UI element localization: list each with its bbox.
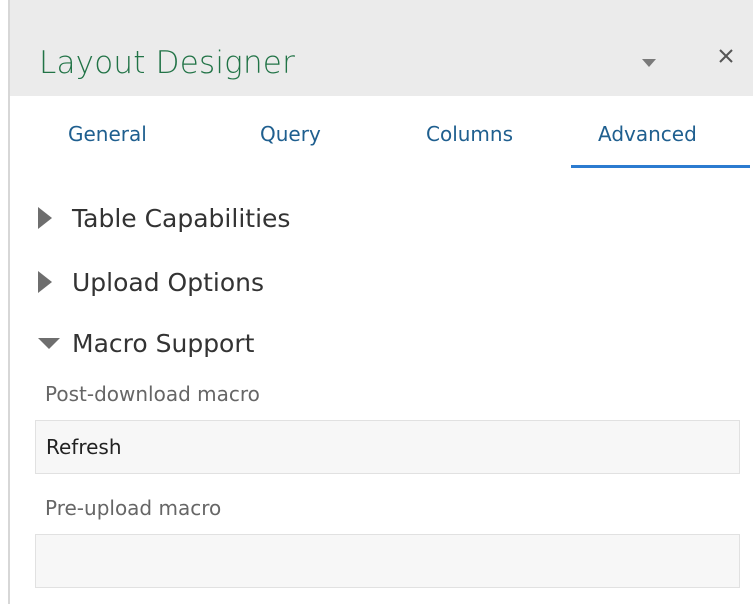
section-label-upload-options: Upload Options — [72, 267, 265, 297]
tab-advanced[interactable]: Advanced — [598, 122, 697, 146]
pane-header: Layout Designer — [10, 0, 753, 96]
pane-options-button[interactable] — [630, 44, 668, 78]
post-download-macro-label: Post-download macro — [45, 382, 260, 406]
caret-down-icon — [38, 331, 66, 355]
layout-designer-pane: Layout Designer General Query Columns Ad… — [0, 0, 753, 604]
designer-tabs: General Query Columns Advanced — [10, 96, 753, 168]
tab-columns[interactable]: Columns — [426, 122, 513, 146]
section-upload-options[interactable]: Upload Options — [38, 262, 264, 302]
section-macro-support[interactable]: Macro Support — [38, 323, 254, 363]
close-pane-button[interactable] — [708, 40, 744, 76]
section-label-table-capabilities: Table Capabilities — [72, 203, 291, 233]
chevron-down-icon — [642, 52, 656, 71]
pre-upload-macro-label: Pre-upload macro — [45, 496, 222, 520]
post-download-macro-input[interactable] — [35, 420, 740, 474]
section-label-macro-support: Macro Support — [72, 328, 255, 358]
pre-upload-macro-input[interactable] — [35, 534, 740, 588]
selected-tab-indicator — [571, 165, 750, 168]
close-icon — [718, 48, 734, 68]
pane-title: Layout Designer — [39, 45, 296, 81]
tab-query[interactable]: Query — [260, 122, 321, 146]
tab-general[interactable]: General — [68, 122, 147, 146]
caret-right-icon — [38, 270, 66, 294]
section-table-capabilities[interactable]: Table Capabilities — [38, 198, 290, 238]
caret-right-icon — [38, 206, 66, 230]
